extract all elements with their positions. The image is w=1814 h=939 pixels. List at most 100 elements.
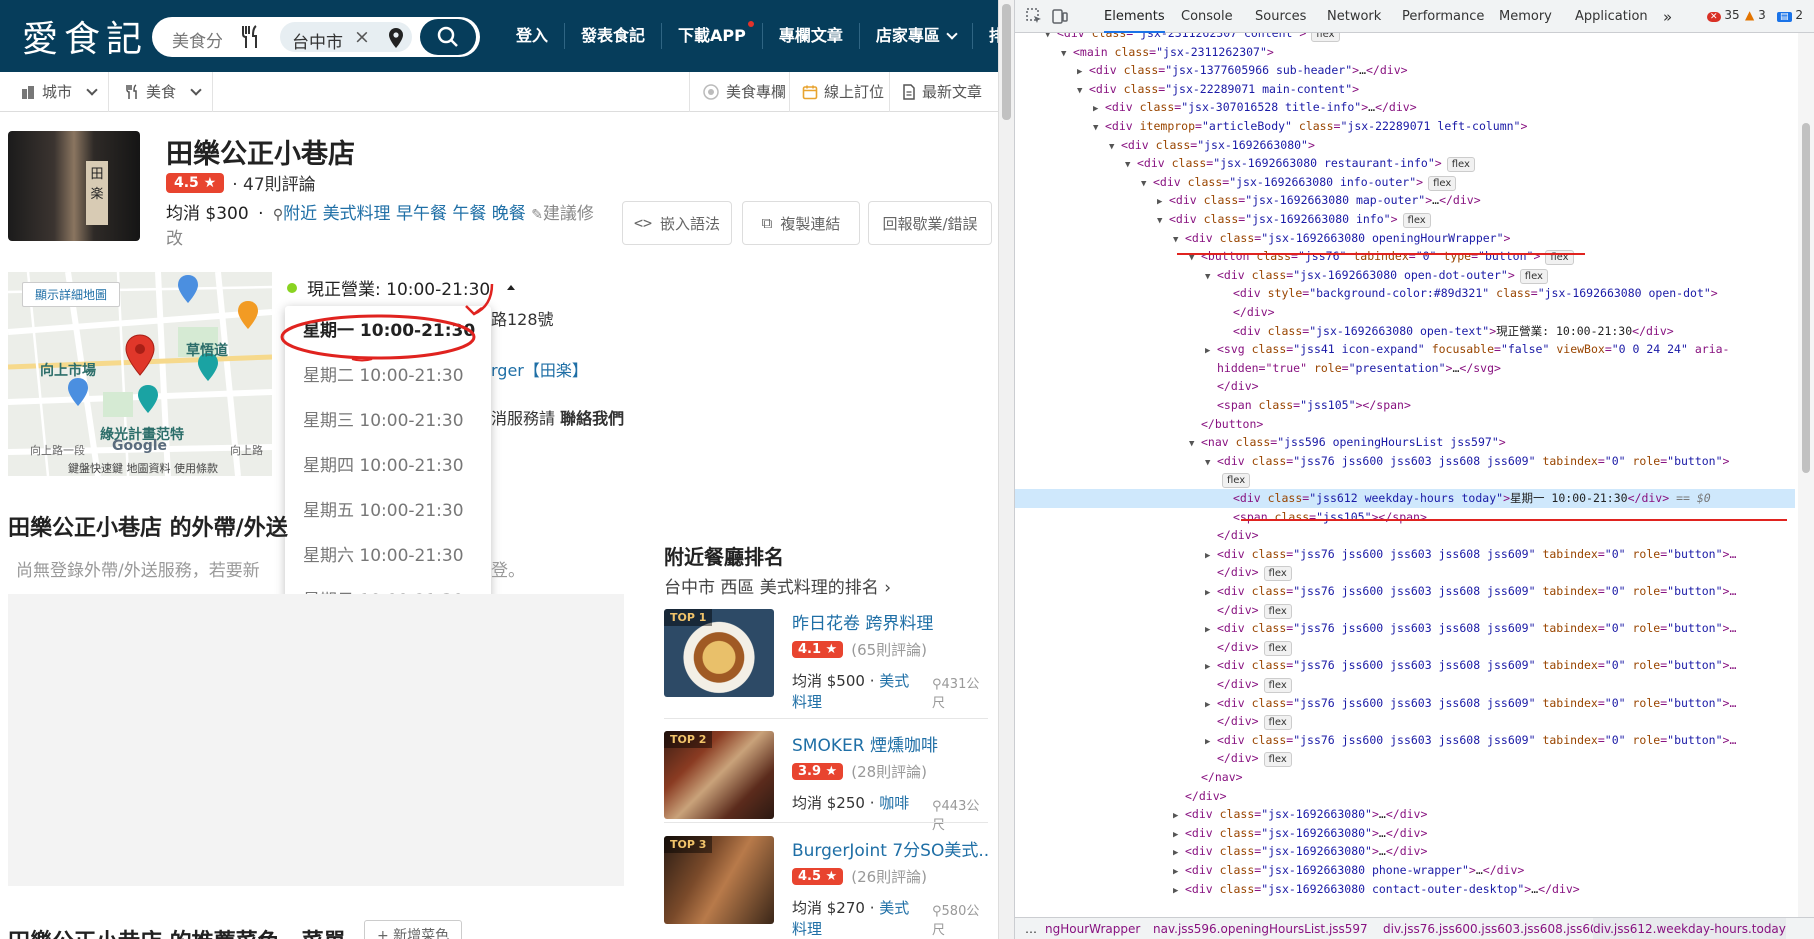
map-preview[interactable]: 顯示詳細地圖 草悟道 向上市場 綠光計畫范特 向上路一段 向上路 Google … (8, 272, 272, 476)
latest-articles-link[interactable]: 最新文章 (889, 72, 994, 112)
dom-node[interactable]: ▼ <nav class="jss596 openingHoursList jss… (1015, 433, 1795, 452)
review-count[interactable]: · 47則評論 (232, 170, 315, 195)
tab-elements[interactable]: Elements (1104, 0, 1165, 33)
rank-2-name[interactable]: SMOKER 煙燻咖啡 (792, 731, 988, 756)
weekday-hours-saturday[interactable]: 星期六 10:00-21:30 (285, 534, 491, 579)
dom-node[interactable]: ▶ <div class="jsx-1692663080 map-outer">…… (1015, 191, 1795, 210)
tab-application[interactable]: Application (1575, 0, 1648, 33)
rank-2-category[interactable]: 咖啡 (879, 794, 909, 812)
breadcrumb-div-item[interactable]: div.jss76.jss600.jss603.jss608.jss609 (1383, 918, 1605, 939)
dom-node[interactable]: ▼ <div class="jsx-2311262307 content"> fle… (1015, 33, 1795, 43)
dom-node[interactable]: </nav> (1015, 768, 1795, 787)
more-tabs-button[interactable]: » (1663, 0, 1672, 33)
location-clear-icon[interactable]: × (354, 26, 370, 48)
dom-node[interactable]: </div> flex (1015, 712, 1795, 731)
dom-node[interactable]: ▶ <div class="jsx-1377605966 sub-header">… (1015, 61, 1795, 80)
flex-badge[interactable]: flex (1222, 473, 1251, 489)
dom-node[interactable]: ▶ <div class="jss76 jss600 jss603 jss608 … (1015, 694, 1795, 713)
dom-node[interactable]: </div> (1015, 377, 1795, 396)
dom-node[interactable]: ▼ <button class="jss76" tabindex="0" type… (1015, 247, 1795, 266)
flex-badge[interactable]: flex (1263, 715, 1292, 731)
weekday-hours-tuesday[interactable]: 星期二 10:00-21:30 (285, 354, 491, 399)
dom-tree-scrollbar[interactable] (1798, 33, 1814, 917)
rank-3-photo[interactable]: TOP 3 (664, 836, 774, 924)
rank-item-1[interactable]: TOP 1 昨日花卷 跨界料理 4.1 ★ (65則評論) 均消 $500 · 美… (664, 609, 988, 711)
dom-node[interactable]: <div style="background-color:#89d321" cl… (1015, 284, 1795, 303)
rank-1-photo[interactable]: TOP 1 (664, 609, 774, 697)
flex-badge[interactable]: flex (1263, 640, 1292, 656)
contact-us-link[interactable]: 聯絡我們 (560, 409, 624, 428)
breadcrumb-more[interactable]: … (1025, 918, 1037, 939)
rank-item-3[interactable]: TOP 3 BurgerJoint 7分SO美式... 4.5 ★ (26則評論)… (664, 836, 988, 938)
flex-badge[interactable]: flex (1446, 157, 1475, 173)
page-scrollbar[interactable] (998, 0, 1014, 939)
dom-node[interactable]: ▼ <div class="jsx-1692663080 info"> flex (1015, 210, 1795, 229)
tab-network[interactable]: Network (1327, 0, 1381, 33)
dom-node[interactable]: ▶ <svg class="jss41 icon-expand" focusabl… (1015, 340, 1795, 359)
dom-node[interactable]: </button> (1015, 415, 1795, 434)
page-scrollbar-thumb[interactable] (1002, 4, 1011, 120)
flex-badge[interactable]: flex (1263, 603, 1292, 619)
tab-memory[interactable]: Memory (1499, 0, 1552, 33)
expand-toggle-icon[interactable]: ▶ (1173, 882, 1185, 901)
food-column-link[interactable]: 美食專欄 (689, 72, 798, 112)
weekday-hours-wednesday[interactable]: 星期三 10:00-21:30 (285, 399, 491, 444)
map-footer[interactable]: 鍵盤快速鍵 地圖資料 使用條款 (68, 460, 218, 476)
dom-node[interactable]: ▼ <div class="jsx-1692663080 restaurant-i… (1015, 154, 1795, 173)
dom-node[interactable]: </div> (1015, 526, 1795, 545)
nav-ranking[interactable]: 排行 (973, 23, 998, 49)
flex-badge[interactable]: flex (1311, 33, 1340, 42)
dom-node[interactable]: <div class="jsx-1692663080 open-text">現正… (1015, 322, 1795, 341)
online-booking-link[interactable]: 線上訂位 (789, 72, 896, 112)
dom-node[interactable]: </div> flex (1015, 638, 1795, 657)
rank-3-name[interactable]: BurgerJoint 7分SO美式... (792, 836, 988, 861)
menu-link-partial[interactable]: rger【田楽】 (491, 357, 588, 381)
dom-node[interactable]: ▶ <div class="jss76 jss600 jss603 jss608 … (1015, 619, 1795, 638)
dom-node[interactable]: ▼ <main class="jsx-2311262307"> (1015, 43, 1795, 62)
dom-node[interactable]: ▼ <div class="jsx-1692663080 open-dot-out… (1015, 266, 1795, 285)
dom-node[interactable]: </div> flex (1015, 563, 1795, 582)
dom-node[interactable]: hidden="true" role="presentation">…</svg… (1015, 359, 1795, 378)
dom-node[interactable]: <span class="jss105"></span> (1015, 508, 1795, 527)
rank-item-2[interactable]: TOP 2 SMOKER 煙燻咖啡 3.9 ★ (28則評論) 均消 $250 ·… (664, 731, 988, 833)
breadcrumb-wrapper[interactable]: ngHourWrapper (1045, 918, 1140, 939)
site-logo[interactable]: 愛食記 (22, 10, 148, 62)
dom-node[interactable]: ▶ <div class="jsx-1692663080">…</div> (1015, 824, 1795, 843)
dom-node[interactable]: </div> flex (1015, 749, 1795, 768)
flex-badge[interactable]: flex (1402, 213, 1431, 228)
dom-node-selected[interactable]: <div class="jss612 weekday-hours today">… (1015, 489, 1795, 508)
nearby-link[interactable]: 附近 (283, 204, 317, 224)
nav-login[interactable]: 登入 (500, 23, 566, 49)
restaurant-photo[interactable]: 田楽 (8, 131, 140, 241)
dom-node[interactable]: ▼ <div class="jss76 jss600 jss603 jss608 … (1015, 452, 1795, 471)
dom-node[interactable]: </div> (1015, 303, 1795, 322)
dom-node[interactable]: ▶ <div class="jss76 jss600 jss603 jss608 … (1015, 656, 1795, 675)
tab-performance[interactable]: Performance (1402, 0, 1484, 33)
category-tags[interactable]: 美式料理 早午餐 午餐 晚餐 (323, 204, 526, 224)
nav-download-app[interactable]: 下載APP (662, 21, 763, 49)
flex-badge[interactable]: flex (1263, 752, 1292, 768)
flex-badge[interactable]: flex (1519, 268, 1548, 284)
dom-node[interactable]: ▼ <div class="jsx-1692663080"> (1015, 136, 1795, 155)
food-dropdown[interactable]: 美食 (112, 72, 214, 112)
rank-1-name[interactable]: 昨日花卷 跨界料理 (792, 609, 988, 634)
dom-node[interactable]: <span class="jss105"></span> (1015, 396, 1795, 415)
flex-badge[interactable]: flex (1263, 678, 1292, 693)
dom-node[interactable]: ▶ <div class="jsx-1692663080 phone-wrappe… (1015, 861, 1795, 880)
dom-node[interactable]: ▶ <div class="jsx-307016528 title-info">…… (1015, 98, 1795, 117)
tab-sources[interactable]: Sources (1255, 0, 1306, 33)
rank-2-photo[interactable]: TOP 2 (664, 731, 774, 819)
city-dropdown[interactable]: 城市 (8, 72, 110, 112)
report-error-button[interactable]: 回報歇業/錯誤 (868, 201, 992, 245)
show-detailed-map-button[interactable]: 顯示詳細地圖 (22, 282, 121, 307)
dom-node[interactable]: ▶ <div class="jss76 jss600 jss603 jss608 … (1015, 731, 1795, 750)
embed-code-button[interactable]: <> 嵌入語法 (622, 201, 732, 245)
nav-merchant[interactable]: 店家專區 (860, 23, 973, 49)
dom-node[interactable]: ▼ <div itemprop="articleBody" class="jsx-… (1015, 117, 1795, 136)
dom-node[interactable]: ▼ <div class="jsx-1692663080 info-outer">… (1015, 173, 1795, 192)
flex-badge[interactable]: flex (1263, 566, 1292, 582)
search-keyword-input[interactable]: 美食分 (172, 27, 222, 52)
dom-node[interactable]: flex (1015, 470, 1795, 489)
dom-node[interactable]: ▼ <div class="jsx-1692663080 openingHourW… (1015, 229, 1795, 248)
opening-status-button[interactable]: 現正營業: 10:00-21:30 (287, 275, 518, 300)
